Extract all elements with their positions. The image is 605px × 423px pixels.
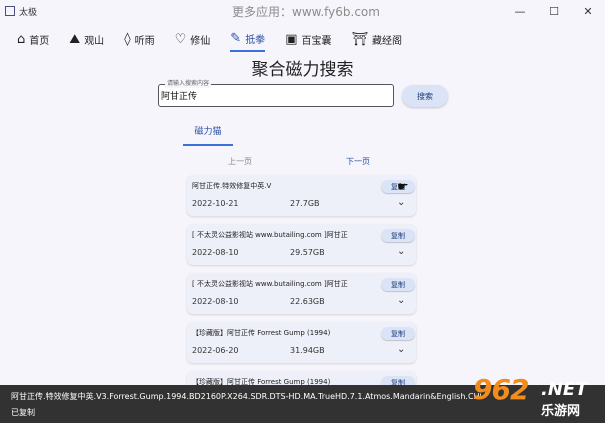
copy-button[interactable]: 复制: [381, 229, 415, 242]
nav-item-fist[interactable]: ✎ 抵拳: [230, 26, 266, 52]
result-date: 2022-10-21: [192, 199, 239, 208]
edit-icon: ✎: [230, 30, 242, 46]
result-title: 【珍藏版】阿甘正传 Forrest Gump (1994): [192, 329, 331, 337]
nav-label: 抵拳: [245, 34, 266, 46]
nav-item-treasure-bag[interactable]: ▣ 百宝囊: [285, 26, 331, 52]
result-date: 2022-08-10: [192, 248, 239, 257]
nav-label: 百宝囊: [301, 35, 332, 47]
result-card: [ 不太灵公益影视站 www.butailing.com ]阿甘正 2022-0…: [187, 273, 416, 314]
app-icon: [5, 6, 15, 16]
close-button[interactable]: ✕: [571, 0, 605, 22]
result-date: 2022-08-10: [192, 297, 239, 306]
bag-icon: ▣: [285, 31, 298, 47]
home-icon: ⌂: [17, 31, 26, 47]
nav-label: 修仙: [190, 35, 211, 47]
search-field[interactable]: 请输入搜索内容: [158, 79, 394, 107]
result-card: [ 不太灵公益影视站 www.butailing.com ]阿甘正 2022-0…: [187, 224, 416, 265]
search-label: 请输入搜索内容: [165, 79, 212, 88]
copy-button[interactable]: 复制: [381, 327, 415, 340]
mountain-icon: ⛰: [69, 31, 81, 47]
tab-magnet-cat[interactable]: 磁力猫: [183, 124, 233, 146]
drop-icon: ◊: [124, 31, 131, 47]
nav-item-cultivate[interactable]: ♡ 修仙: [175, 26, 211, 52]
result-card: 阿甘正传.特效修复中英.V 2022-10-21 27.7GB 复制 ⌄: [187, 175, 416, 216]
temple-icon: ⛩: [351, 31, 368, 47]
result-card: 【珍藏版】阿甘正传 Forrest Gump (1994) 2022-06-20…: [187, 322, 416, 363]
page-title: 聚合磁力搜索: [251, 60, 354, 80]
minimize-button[interactable]: —: [503, 0, 537, 22]
window-controls: — ☐ ✕: [503, 0, 605, 22]
result-size: 31.94GB: [290, 346, 325, 355]
snackbar-status: 已复制: [11, 408, 35, 417]
nav-item-home[interactable]: ⌂ 首页: [17, 26, 49, 52]
nav-item-mountain[interactable]: ⛰ 观山: [69, 26, 104, 52]
nav-item-library[interactable]: ⛩ 藏经阁: [351, 26, 402, 52]
chevron-down-icon[interactable]: ⌄: [397, 246, 405, 257]
result-size: 29.57GB: [290, 248, 325, 257]
snackbar-message: 阿甘正传.特效修复中英.V3.Forrest.Gump.1994.BD2160P…: [11, 392, 481, 401]
result-title: [ 不太灵公益影视站 www.butailing.com ]阿甘正: [192, 231, 348, 239]
result-size: 27.7GB: [290, 199, 320, 208]
result-date: 2022-06-20: [192, 346, 239, 355]
watermark-logo-cn: 乐游网: [541, 404, 581, 419]
next-page-link[interactable]: 下一页: [346, 156, 370, 167]
result-title: 阿甘正传.特效修复中英.V: [192, 182, 272, 190]
watermark-logo: 962 .NET 乐游网: [473, 373, 603, 419]
maximize-button[interactable]: ☐: [537, 0, 571, 22]
watermark-text: 更多应用：www.fy6b.com: [232, 5, 380, 19]
chevron-down-icon[interactable]: ⌄: [397, 295, 405, 306]
chevron-down-icon[interactable]: ⌄: [397, 197, 405, 208]
title-bar: 太极 更多应用：www.fy6b.com — ☐ ✕: [0, 0, 605, 22]
result-title: [ 不太灵公益影视站 www.butailing.com ]阿甘正: [192, 280, 348, 288]
search-input[interactable]: [161, 90, 387, 100]
app-title: 太极: [19, 7, 38, 18]
search-button[interactable]: 搜索: [402, 85, 448, 107]
nav-label: 听雨: [134, 35, 155, 47]
top-nav: ⌂ 首页 ⛰ 观山 ◊ 听雨 ♡ 修仙 ✎ 抵拳 ▣ 百宝囊 ⛩ 藏经阁: [0, 26, 605, 52]
prev-page-link[interactable]: 上一页: [228, 156, 252, 167]
watermark-logo-number: 962: [473, 373, 529, 406]
hand-cursor-icon: ☛: [397, 180, 409, 195]
nav-label: 首页: [29, 35, 50, 47]
nav-label: 藏经阁: [372, 35, 402, 47]
watermark-logo-net: .NET: [541, 379, 588, 400]
heart-icon: ♡: [174, 31, 187, 47]
copy-button[interactable]: 复制: [381, 278, 415, 291]
chevron-down-icon[interactable]: ⌄: [397, 344, 405, 355]
nav-item-rain[interactable]: ◊ 听雨: [124, 26, 154, 52]
result-size: 22.63GB: [290, 297, 325, 306]
nav-label: 观山: [84, 35, 105, 47]
